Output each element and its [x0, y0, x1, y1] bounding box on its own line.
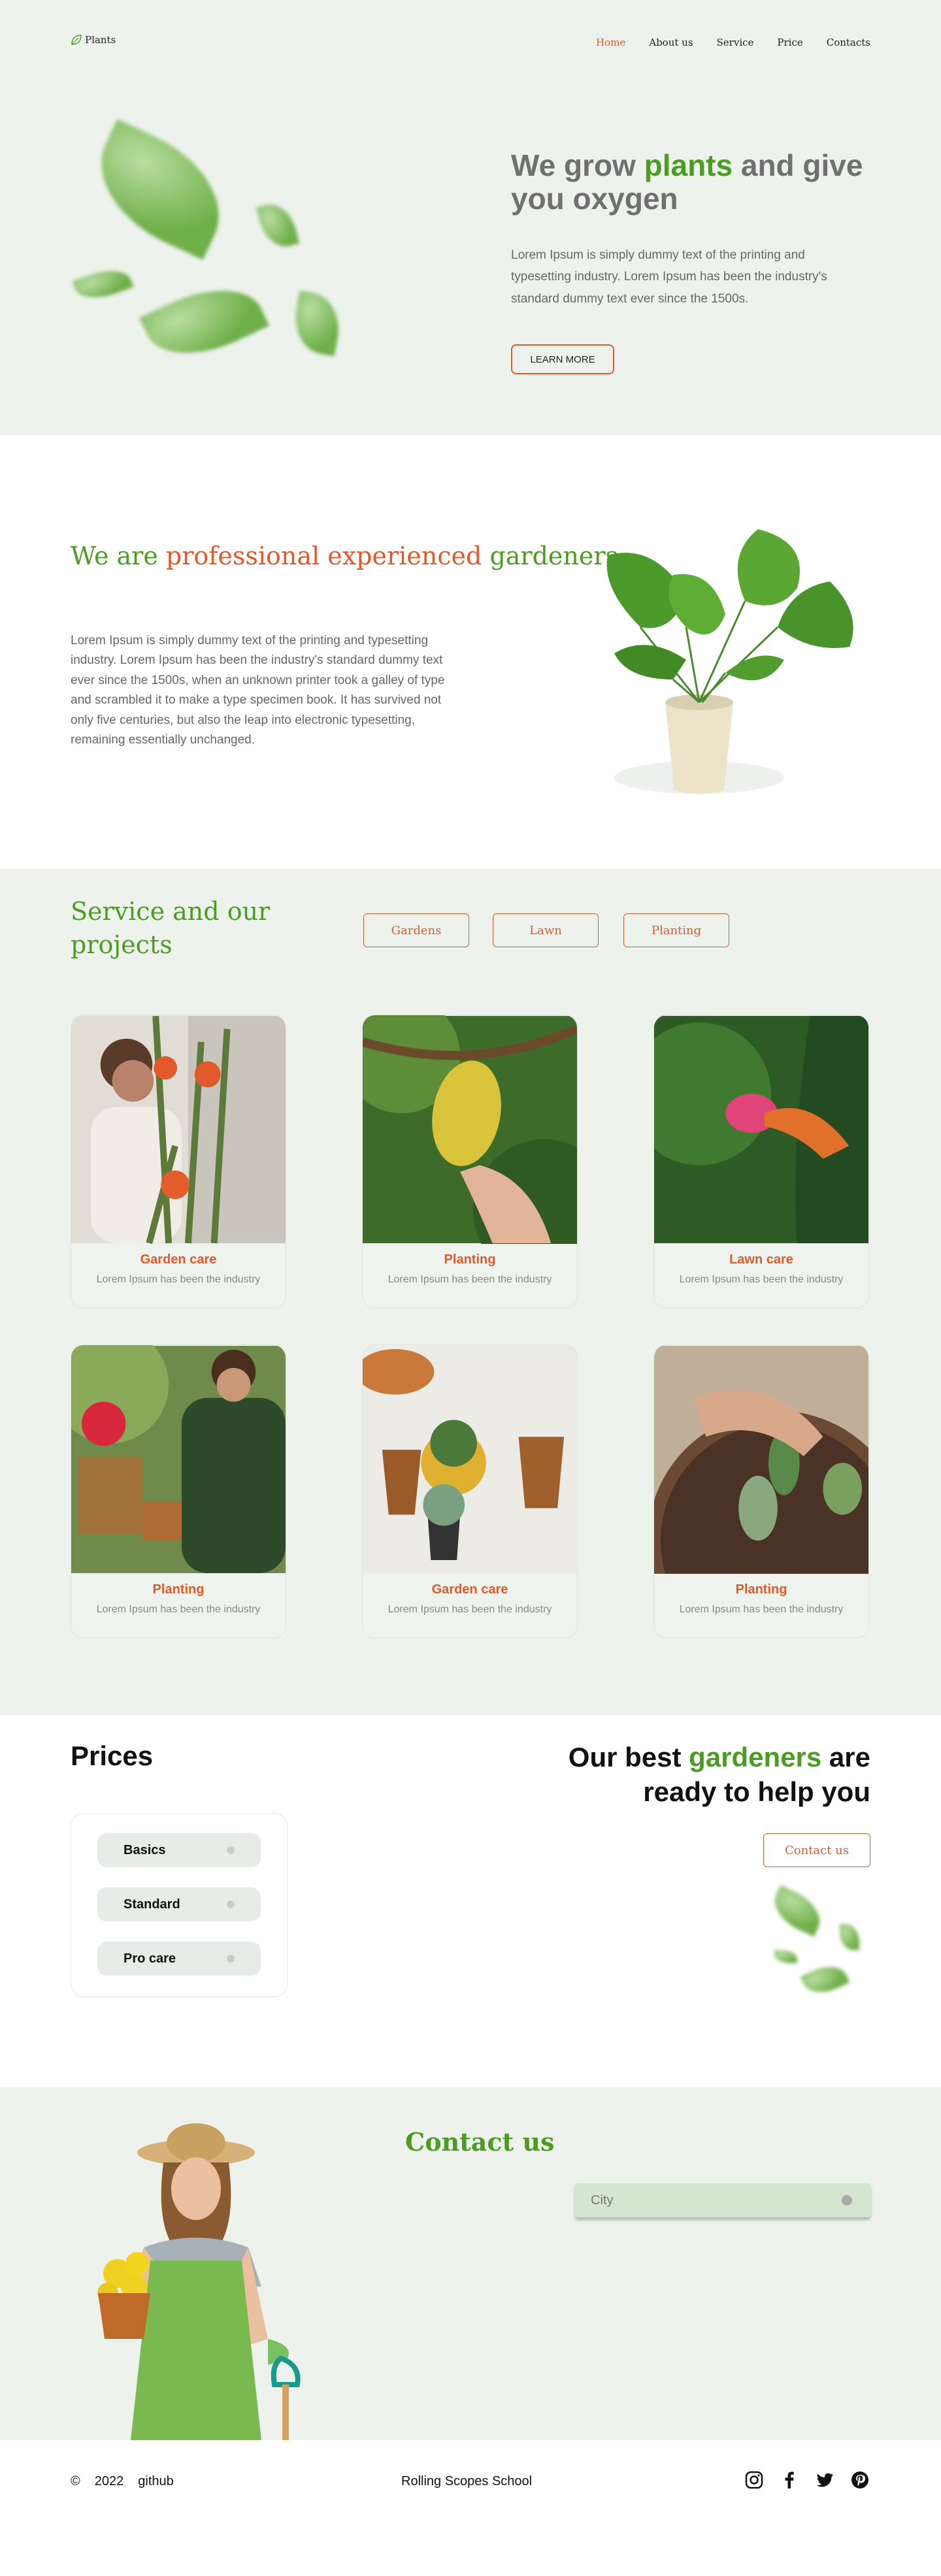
- twitter-icon[interactable]: [814, 2470, 835, 2490]
- best-gardeners-highlight: gardeners: [689, 1742, 822, 1772]
- main-nav: Home About us Service Price Contacts: [596, 37, 870, 48]
- about-title-highlight: professional experienced: [165, 542, 482, 570]
- expand-dot-icon: [227, 1846, 235, 1854]
- card-description: Lorem Ipsum has been the industry: [679, 1274, 844, 1285]
- price-item-basics[interactable]: Basics: [97, 1833, 261, 1867]
- planting-photo: [654, 1346, 868, 1638]
- filter-planting-button[interactable]: Planting: [623, 913, 729, 947]
- footer-left: © 2022 github: [71, 2474, 174, 2489]
- copyright-symbol: ©: [71, 2474, 80, 2488]
- card-title: Lawn care: [729, 1252, 793, 1267]
- planting-photo: [71, 1345, 286, 1573]
- service-card[interactable]: Planting Lorem Ipsum has been the indust…: [362, 1015, 578, 1309]
- filter-lawn-button[interactable]: Lawn: [493, 913, 599, 947]
- card-title: Planting: [152, 1582, 205, 1597]
- nav-price[interactable]: Price: [777, 37, 802, 48]
- nav-about[interactable]: About us: [649, 37, 693, 48]
- service-card[interactable]: Garden care Lorem Ipsum has been the ind…: [71, 1015, 286, 1309]
- service-card[interactable]: Planting Lorem Ipsum has been the indust…: [653, 1345, 869, 1639]
- nav-home[interactable]: Home: [596, 37, 625, 48]
- about-description: Lorem Ipsum is simply dummy text of the …: [71, 634, 445, 747]
- card-title: Planting: [444, 1252, 496, 1267]
- card-description: Lorem Ipsum has been the industry: [679, 1604, 844, 1615]
- price-item-pro-care[interactable]: Pro care: [97, 1942, 261, 1976]
- learn-more-button[interactable]: LEARN MORE: [511, 344, 614, 374]
- prices-accordion: Basics Standard Pro care: [71, 1813, 288, 1997]
- city-select[interactable]: City: [575, 2183, 870, 2217]
- garden-care-photo: [71, 1015, 286, 1245]
- logo[interactable]: Plants: [71, 34, 116, 46]
- logo-text: Plants: [85, 34, 116, 46]
- expand-dot-icon: [227, 1900, 235, 1908]
- service-card[interactable]: Garden care Lorem Ipsum has been the ind…: [362, 1345, 578, 1639]
- github-link[interactable]: github: [138, 2474, 174, 2489]
- price-item-standard[interactable]: Standard: [97, 1887, 261, 1921]
- hero-title-highlight: plants: [644, 148, 733, 182]
- gardener-woman-image: [97, 2123, 301, 2440]
- footer: [0, 2440, 941, 2576]
- expand-dot-icon: [227, 1955, 235, 1963]
- city-select-placeholder: City: [591, 2193, 614, 2208]
- filter-gardens-button[interactable]: Gardens: [363, 913, 469, 947]
- social-links: [744, 2470, 870, 2490]
- nav-contacts[interactable]: Contacts: [827, 37, 870, 48]
- planting-photo: [363, 1015, 577, 1282]
- rss-school-link[interactable]: Rolling Scopes School: [401, 2474, 532, 2489]
- contact-us-button[interactable]: Contact us: [763, 1833, 870, 1867]
- hero-leaves-image: [72, 119, 359, 379]
- service-card[interactable]: Planting Lorem Ipsum has been the indust…: [71, 1345, 286, 1639]
- lawn-care-photo: [654, 1016, 868, 1243]
- instagram-icon[interactable]: [744, 2470, 765, 2490]
- dropdown-dot-icon: [842, 2195, 852, 2206]
- service-card[interactable]: Lawn care Lorem Ipsum has been the indus…: [653, 1015, 869, 1309]
- card-description: Lorem Ipsum has been the industry: [388, 1604, 552, 1615]
- best-gardeners-title: Our best gardeners are ready to help you: [568, 1742, 870, 1807]
- small-leaves-image: [765, 1885, 876, 2000]
- services-title: Service and our projects: [71, 897, 271, 960]
- card-description: Lorem Ipsum has been the industry: [96, 1274, 261, 1285]
- card-description: Lorem Ipsum has been the industry: [388, 1274, 552, 1285]
- card-description: Lorem Ipsum has been the industry: [96, 1604, 261, 1615]
- card-title: Garden care: [140, 1252, 217, 1267]
- prices-title: Prices: [71, 1740, 154, 1771]
- card-title: Garden care: [431, 1582, 508, 1597]
- hero-title: We grow plants and give you oxygen: [511, 148, 863, 216]
- garden-care-photo: [363, 1346, 577, 1573]
- nav-service[interactable]: Service: [717, 37, 754, 48]
- footer-year: 2022: [94, 2474, 124, 2488]
- about-title: We are professional experienced gardener…: [71, 542, 619, 570]
- contact-title: Contact us: [405, 2127, 555, 2157]
- monstera-plant-image: [606, 529, 853, 794]
- card-title: Planting: [735, 1582, 787, 1597]
- hero-description: Lorem Ipsum is simply dummy text of the …: [511, 248, 827, 306]
- facebook-icon[interactable]: [779, 2470, 800, 2490]
- leaf-logo-icon: [71, 35, 82, 45]
- pinterest-icon[interactable]: [850, 2470, 870, 2490]
